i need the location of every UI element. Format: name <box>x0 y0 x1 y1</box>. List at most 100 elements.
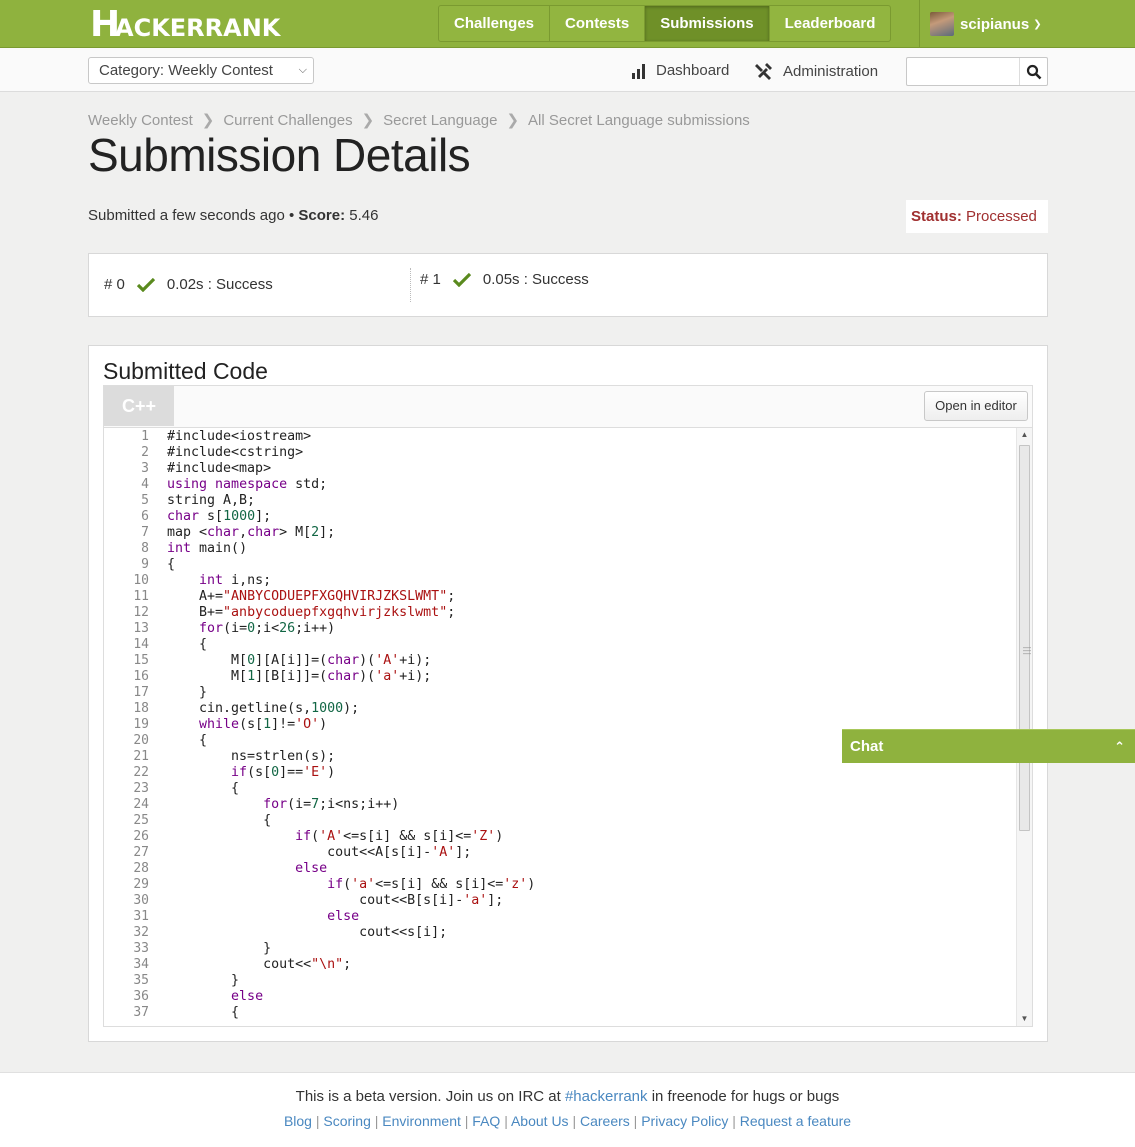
open-in-editor-button[interactable]: Open in editor <box>924 391 1028 421</box>
line-number: 17 <box>133 685 149 700</box>
status-value: Processed <box>966 208 1037 225</box>
line-number: 16 <box>133 669 149 684</box>
breadcrumb-current-challenges[interactable]: Current Challenges <box>223 112 352 129</box>
line-number: 10 <box>133 573 149 588</box>
line-number: 2 <box>141 445 149 460</box>
footer-link-separator: | <box>460 1113 473 1129</box>
code-line: if('a'<=s[i] && s[i]<='z') <box>327 877 536 892</box>
hackerrank-logo[interactable]: H ACKERRANK <box>90 4 286 49</box>
code-line: A+="ANBYCODUEPFXGQHVIRJZKSLWMT"; <box>167 589 456 604</box>
score-value: 5.46 <box>349 207 379 224</box>
footer-link-privacy-policy[interactable]: Privacy Policy <box>641 1113 728 1129</box>
code-line: int i,ns; <box>199 573 272 588</box>
line-number: 21 <box>133 749 149 764</box>
chat-widget[interactable]: Chat ⌃ <box>842 729 1135 763</box>
line-number: 7 <box>141 525 149 540</box>
breadcrumb-all-submissions[interactable]: All Secret Language submissions <box>528 112 750 129</box>
line-number: 6 <box>141 509 149 524</box>
code-line: } <box>167 973 240 988</box>
irc-link[interactable]: #hackerrank <box>565 1088 648 1105</box>
code-line: ns=strlen(s); <box>167 749 336 764</box>
test-case-1[interactable]: # 1 0.05s : Success <box>420 271 589 288</box>
line-number: 20 <box>133 733 149 748</box>
footer-link-separator: | <box>568 1113 580 1129</box>
footer-link-separator: | <box>311 1113 324 1129</box>
code-line: { <box>167 781 240 796</box>
code-line: { <box>167 557 176 572</box>
line-number: 24 <box>133 797 149 812</box>
scroll-grip-icon: — — — <box>1023 643 1031 658</box>
breadcrumb-weekly-contest[interactable]: Weekly Contest <box>88 112 193 129</box>
test-case-0[interactable]: # 0 0.02s : Success <box>104 276 273 293</box>
code-line: cout<<A[s[i]-'A']; <box>167 845 472 860</box>
code-line: cout<<B[s[i]-'a']; <box>167 893 504 908</box>
line-number: 22 <box>133 765 149 780</box>
footer-link-scoring[interactable]: Scoring <box>323 1113 370 1129</box>
search-input[interactable] <box>906 57 1048 86</box>
code-line: #include<cstring> <box>167 445 304 460</box>
tab-leaderboard[interactable]: Leaderboard <box>770 6 891 41</box>
footer-link-request-a-feature[interactable]: Request a feature <box>740 1113 851 1129</box>
vertical-scrollbar[interactable]: ▲ — — — ▼ <box>1016 428 1032 1026</box>
footer-link-blog[interactable]: Blog <box>284 1113 312 1129</box>
code-line: { <box>167 637 208 652</box>
logo-wordmark: H ACKERRANK <box>90 4 282 45</box>
language-tab[interactable]: C++ <box>104 386 174 426</box>
search-button[interactable] <box>1019 58 1047 85</box>
administration-label: Administration <box>783 62 879 80</box>
scrollbar-thumb[interactable]: — — — <box>1019 445 1031 831</box>
line-number: 25 <box>133 813 149 828</box>
footer-beta-notice: This is a beta version. Join us on IRC a… <box>0 1088 1135 1105</box>
footer-link-about-us[interactable]: About Us <box>511 1113 569 1129</box>
breadcrumb-separator-icon: ❯ <box>361 112 375 129</box>
line-number: 37 <box>133 1005 149 1020</box>
footer-text-prefix: This is a beta version. Join us on IRC a… <box>295 1088 561 1105</box>
code-line: int main() <box>167 541 248 556</box>
line-number: 4 <box>141 477 149 492</box>
code-line: while(s[1]!='O') <box>199 717 328 732</box>
status-label: Status: <box>911 208 962 225</box>
category-select-label: Category: Weekly Contest <box>99 62 273 79</box>
chat-label: Chat <box>850 738 884 755</box>
submitted-time: Submitted a few seconds ago <box>88 207 285 224</box>
breadcrumb-secret-language[interactable]: Secret Language <box>383 112 497 129</box>
breadcrumb: Weekly Contest ❯ Current Challenges ❯ Secret… <box>88 111 750 129</box>
scroll-down-arrow-icon[interactable]: ▼ <box>1017 1014 1032 1023</box>
line-number: 26 <box>133 829 149 844</box>
tab-contests[interactable]: Contests <box>550 6 646 41</box>
footer-link-careers[interactable]: Careers <box>580 1113 630 1129</box>
line-number-gutter: 1 2 3 4 5 6 7 8 9 10 11 12 13 14 15 16 17 18 19 20 21 22 23 24 2… <box>104 428 154 1026</box>
score-label: Score: <box>298 207 346 224</box>
tab-submissions[interactable]: Submissions <box>645 6 770 41</box>
footer-link-faq[interactable]: FAQ <box>472 1113 500 1129</box>
username: scipianus <box>960 15 1030 33</box>
scroll-up-arrow-icon[interactable]: ▲ <box>1017 430 1032 439</box>
code-line: using namespace std; <box>167 477 328 492</box>
tab-challenges[interactable]: Challenges <box>439 6 551 41</box>
line-number: 23 <box>133 781 149 796</box>
user-menu[interactable]: scipianus ❯ <box>919 0 1042 48</box>
code-line: M[1][B[i]]=(char)('a'+i); <box>167 669 432 684</box>
chevron-down-icon: ❯ <box>1033 18 1042 30</box>
code-line: { <box>167 1005 240 1020</box>
dashboard-link[interactable]: Dashboard <box>631 62 729 79</box>
code-line: { <box>167 733 208 748</box>
code-editor[interactable]: 1 2 3 4 5 6 7 8 9 10 11 12 13 14 15 16 17 18 19 20 21 22 23 24 2… <box>104 427 1032 1026</box>
test-case-result: 0.02s : Success <box>166 276 273 293</box>
code-line: M[0][A[i]]=(char)('A'+i); <box>167 653 432 668</box>
code-line: cout<<"\n"; <box>167 957 352 972</box>
code-line: } <box>167 685 208 700</box>
breadcrumb-separator-icon: ❯ <box>201 112 215 129</box>
category-select[interactable]: Category: Weekly Contest ⌵ <box>88 57 314 84</box>
code-line: { <box>167 813 272 828</box>
footer-link-environment[interactable]: Environment <box>382 1113 461 1129</box>
avatar <box>930 12 954 36</box>
line-number: 8 <box>141 541 149 556</box>
administration-link[interactable]: Administration <box>754 62 878 80</box>
chevron-up-icon[interactable]: ⌃ <box>1114 730 1125 763</box>
line-number: 35 <box>133 973 149 988</box>
line-number: 5 <box>141 493 149 508</box>
line-number: 18 <box>133 701 149 716</box>
footer-links: Blog | Scoring | Environment | FAQ | Abo… <box>0 1113 1135 1129</box>
code-line: B+="anbycoduepfxgqhvirjzkslwmt"; <box>167 605 456 620</box>
